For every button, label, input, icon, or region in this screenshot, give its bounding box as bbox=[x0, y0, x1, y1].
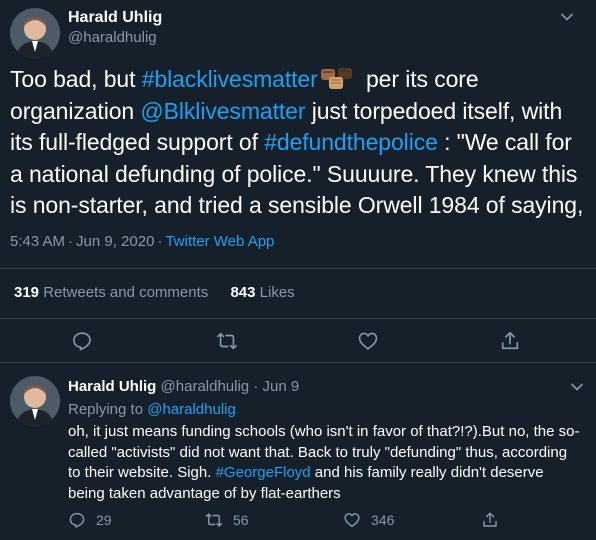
hashtag-link[interactable]: #blacklivesmatter bbox=[142, 66, 318, 92]
raised-fists-emoji bbox=[320, 67, 354, 91]
divider bbox=[0, 268, 596, 269]
likes-count: 843 bbox=[230, 284, 256, 301]
divider bbox=[0, 362, 596, 363]
heart-icon[interactable] bbox=[357, 330, 379, 352]
retweet-icon bbox=[205, 513, 223, 527]
tweet-actions bbox=[0, 318, 596, 360]
tweet-time[interactable]: 5:43 AM bbox=[10, 233, 65, 250]
reply-icon bbox=[69, 512, 85, 528]
reply-button[interactable]: 29 bbox=[68, 509, 112, 531]
meta-separator: · bbox=[253, 378, 259, 395]
share-icon bbox=[483, 512, 497, 527]
heart-icon bbox=[344, 513, 360, 528]
mention-link[interactable]: @haraldhulig bbox=[147, 401, 236, 418]
retweet-count: 56 bbox=[233, 512, 249, 528]
replying-label: Replying to bbox=[68, 401, 144, 418]
meta-separator: · bbox=[68, 233, 74, 250]
mention-link[interactable]: @Blklivesmatter bbox=[140, 98, 305, 124]
tweet-date[interactable]: Jun 9, 2020 bbox=[76, 233, 154, 250]
tweet-meta: 5:43 AM · Jun 9, 2020 · Twitter Web App bbox=[10, 233, 274, 250]
retweet-button[interactable]: 56 bbox=[205, 509, 249, 531]
author-handle[interactable]: @haraldhulig bbox=[68, 29, 157, 46]
share-button[interactable] bbox=[481, 509, 509, 531]
meta-separator: · bbox=[157, 233, 163, 250]
reply-actions: 29 56 346 bbox=[68, 509, 538, 533]
tweet-header: Harald Uhlig @haraldhulig bbox=[10, 6, 590, 62]
hashtag-link[interactable]: #defundthepolice bbox=[264, 129, 438, 155]
tweet-source[interactable]: Twitter Web App bbox=[165, 233, 274, 250]
tweet-text: Too bad, but #blacklivesmatter per its c… bbox=[10, 64, 590, 222]
retweets-label: Retweets and comments bbox=[43, 284, 209, 301]
retweets-count: 319 bbox=[14, 284, 40, 301]
author-name[interactable]: Harald Uhlig bbox=[68, 9, 162, 27]
retweet-icon[interactable] bbox=[216, 330, 238, 352]
author-name[interactable]: Harald Uhlig bbox=[68, 378, 156, 395]
reply-tweet[interactable]: Harald Uhlig @haraldhulig · Jun 9 Replyi… bbox=[10, 372, 590, 540]
tweet-stats: 319 Retweets and comments 843 Likes bbox=[14, 284, 313, 301]
tweet-text-part: Too bad, but bbox=[10, 66, 142, 92]
reply-header: Harald Uhlig @haraldhulig · Jun 9 bbox=[68, 378, 299, 395]
retweets-stat[interactable]: 319 Retweets and comments bbox=[14, 284, 208, 301]
chevron-down-icon[interactable] bbox=[560, 10, 574, 24]
author-handle[interactable]: @haraldhulig bbox=[161, 378, 250, 395]
replying-to: Replying to @haraldhulig bbox=[68, 401, 236, 418]
like-button[interactable]: 346 bbox=[343, 509, 394, 531]
share-icon[interactable] bbox=[499, 330, 521, 352]
reply-text: oh, it just means funding schools (who i… bbox=[68, 422, 583, 504]
reply-date[interactable]: Jun 9 bbox=[263, 378, 300, 395]
reply-count: 29 bbox=[96, 512, 112, 528]
chevron-down-icon[interactable] bbox=[570, 380, 584, 394]
likes-stat[interactable]: 843 Likes bbox=[230, 284, 294, 301]
like-count: 346 bbox=[371, 512, 395, 528]
avatar[interactable] bbox=[10, 376, 60, 426]
likes-label: Likes bbox=[259, 284, 295, 301]
hashtag-link[interactable]: #GeorgeFloyd bbox=[216, 464, 311, 481]
avatar[interactable] bbox=[10, 8, 60, 58]
reply-icon[interactable] bbox=[71, 330, 93, 352]
